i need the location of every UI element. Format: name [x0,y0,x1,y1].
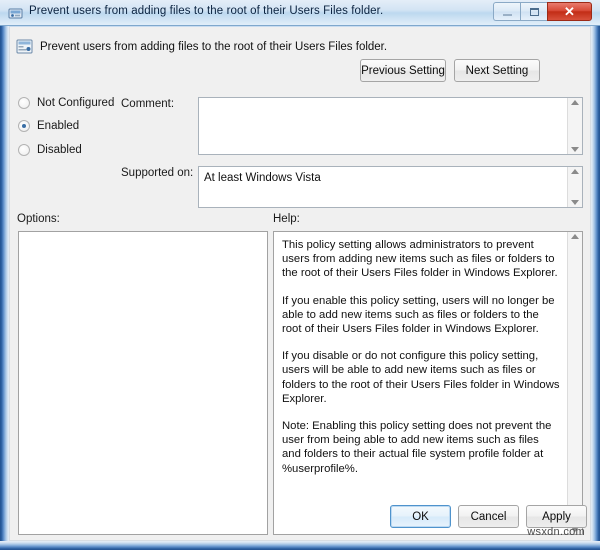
scroll-up-icon[interactable] [571,100,579,105]
minimize-icon [502,13,512,16]
help-panel: This policy setting allows administrator… [273,231,583,535]
options-label: Options: [17,213,60,225]
window-frame-right [591,0,600,550]
window-frame-bottom [0,541,600,550]
policy-setting-window: Prevent users from adding files to the r… [0,0,600,550]
window-title: Prevent users from adding files to the r… [29,5,384,17]
scroll-up-icon[interactable] [571,169,579,174]
radio-label-enabled: Enabled [37,120,80,132]
comment-value[interactable] [199,98,567,154]
radio-icon-enabled [18,120,30,132]
comment-label: Comment: [121,98,175,110]
policy-setting-icon [16,38,33,55]
window-controls: ✕ [493,2,592,22]
close-icon: ✕ [564,3,575,19]
help-paragraph: If you disable or do not configure this … [282,350,560,405]
maximize-restore-button[interactable] [520,2,547,21]
comment-input[interactable] [198,97,583,155]
window-frame-left [0,0,9,550]
next-setting-button[interactable]: Next Setting [454,59,540,82]
previous-setting-button[interactable]: Previous Setting [360,59,446,82]
radio-icon-disabled [18,144,30,156]
radio-enabled[interactable]: Enabled [18,120,79,132]
supported-on-scrollbar[interactable] [567,167,582,207]
scroll-up-icon[interactable] [571,234,579,239]
radio-icon-not-configured [18,97,30,109]
apply-button[interactable]: Apply [526,505,587,528]
help-label: Help: [273,213,300,225]
supported-on-label: Supported on: [121,167,194,179]
help-paragraph: This policy setting allows administrator… [282,239,558,280]
scroll-down-icon[interactable] [571,147,579,152]
restore-icon [529,7,539,16]
minimize-button[interactable] [493,2,520,21]
watermark: wsxdn.com [527,526,585,538]
help-paragraph: If you enable this policy setting, users… [282,294,555,336]
radio-label-disabled: Disabled [37,144,82,156]
dialog-client-area: Prevent users from adding files to the r… [9,27,591,541]
cancel-button[interactable]: Cancel [458,505,519,528]
supported-on-value: At least Windows Vista [204,172,321,184]
radio-label-not-configured: Not Configured [37,97,115,109]
group-policy-icon [8,6,23,21]
help-scrollbar[interactable] [567,232,582,534]
radio-disabled[interactable]: Disabled [18,144,82,156]
radio-not-configured[interactable]: Not Configured [18,97,114,109]
help-paragraph: Note: Enabling this policy setting does … [282,420,552,475]
title-bar[interactable]: Prevent users from adding files to the r… [0,0,600,26]
close-button[interactable]: ✕ [547,2,592,21]
scroll-down-icon[interactable] [571,200,579,205]
comment-scrollbar[interactable] [567,98,582,154]
setting-title: Prevent users from adding files to the r… [40,41,388,53]
supported-on-field: At least Windows Vista [198,166,583,208]
options-panel[interactable] [18,231,268,535]
help-text: This policy setting allows administrator… [274,232,567,534]
ok-button[interactable]: OK [390,505,451,528]
